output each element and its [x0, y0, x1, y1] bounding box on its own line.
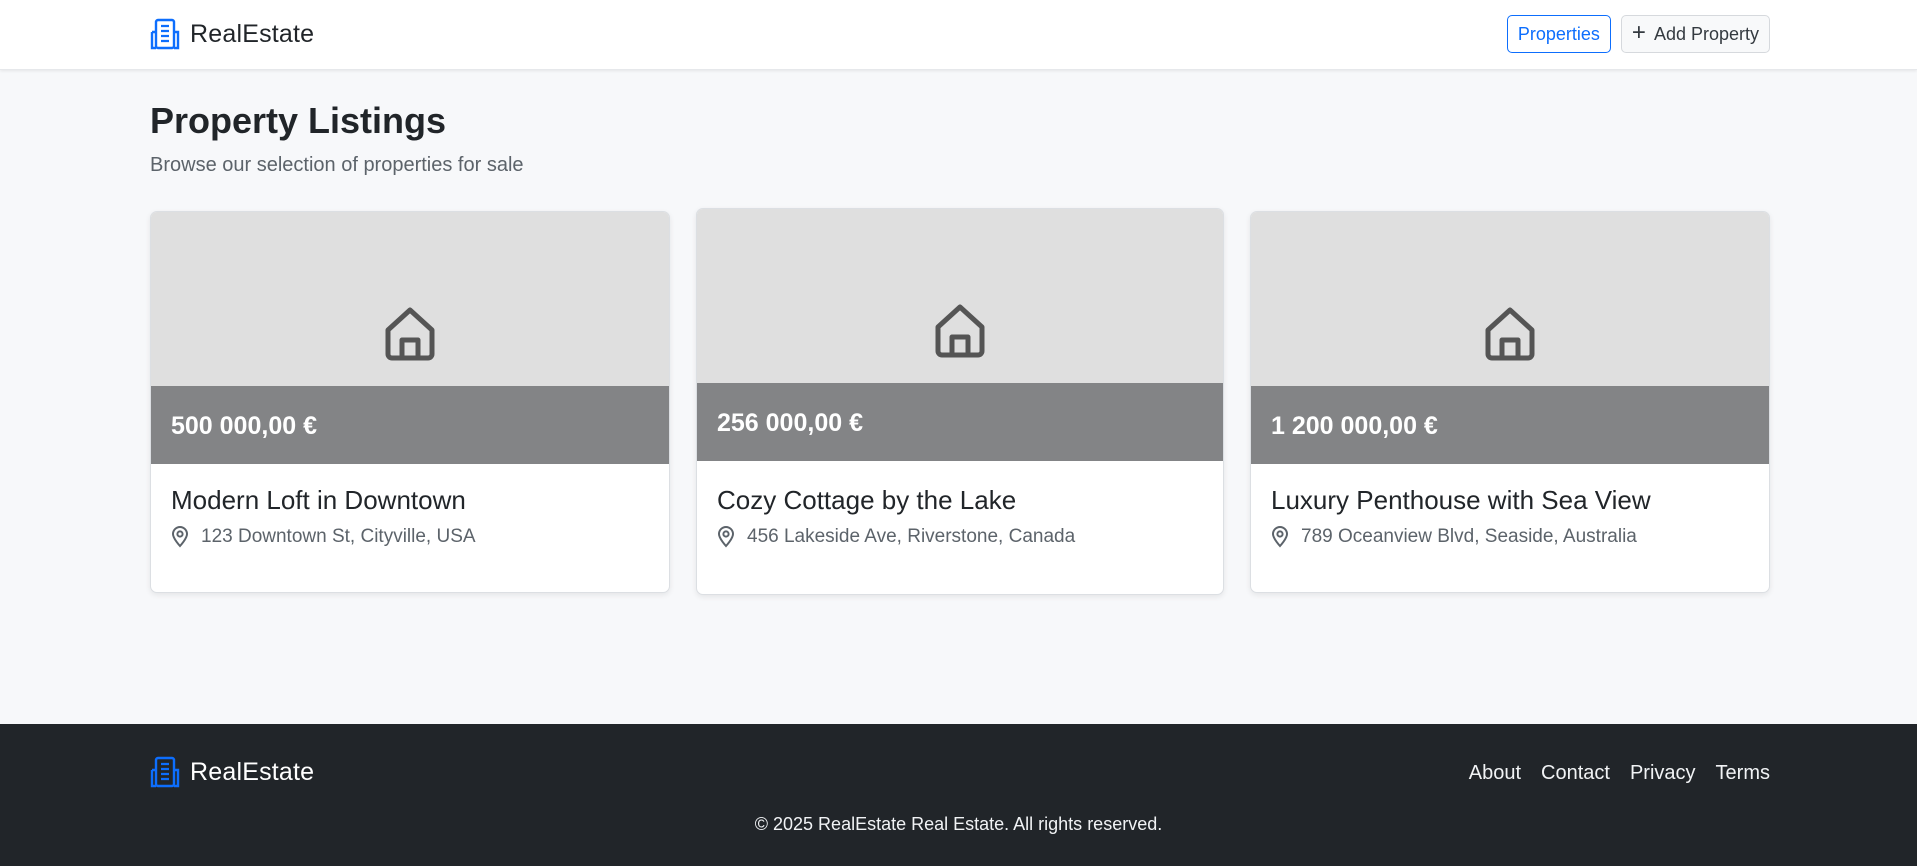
map-pin-icon [1271, 526, 1289, 548]
property-location: 123 Downtown St, Cityville, USA [171, 526, 476, 548]
copyright-text: © 2025 RealEstate Real Estate. All right… [754, 814, 1163, 834]
house-icon [385, 307, 435, 361]
footer-link-terms[interactable]: Terms [1716, 762, 1770, 785]
property-card[interactable]: 256 000,00 € Cozy Cottage by the Lake 45… [696, 208, 1224, 595]
properties-button-label: Properties [1517, 23, 1600, 44]
property-image-placeholder [697, 209, 1223, 383]
price-bar: 500 000,00 € [151, 386, 669, 464]
property-price: 1 200 000,00 € [1271, 412, 1438, 440]
property-title: Luxury Penthouse with Sea View [1271, 485, 1651, 515]
price-bar: 256 000,00 € [697, 383, 1223, 461]
page-title: Property Listings [150, 100, 447, 141]
property-location: 456 Lakeside Ave, Riverstone, Canada [717, 526, 1075, 548]
footer-brand: RealEstate [150, 756, 314, 788]
property-address: 789 Oceanview Blvd, Seaside, Australia [1301, 526, 1637, 547]
brand-name: RealEstate [190, 19, 315, 48]
map-pin-icon [171, 526, 189, 548]
property-price: 256 000,00 € [717, 409, 863, 437]
footer-brand-name: RealEstate [190, 757, 315, 786]
house-icon [935, 304, 985, 358]
property-price: 500 000,00 € [171, 412, 317, 440]
footer-links: About Contact Privacy Terms [1469, 762, 1770, 785]
footer: RealEstate About Contact Privacy Terms ©… [0, 724, 1917, 866]
property-image-placeholder [1251, 212, 1769, 386]
page-subtitle: Browse our selection of properties for s… [150, 154, 524, 176]
property-title: Modern Loft in Downtown [171, 485, 466, 515]
footer-link-contact[interactable]: Contact [1541, 762, 1610, 785]
property-address: 123 Downtown St, Cityville, USA [201, 526, 476, 547]
nav-actions: Properties + Add Property [1506, 15, 1770, 53]
property-address: 456 Lakeside Ave, Riverstone, Canada [747, 526, 1076, 547]
top-navbar: RealEstate Properties + Add Property [0, 0, 1917, 70]
brand-link[interactable]: RealEstate [150, 18, 314, 50]
footer-link-about[interactable]: About [1469, 762, 1521, 785]
price-bar: 1 200 000,00 € [1251, 386, 1769, 464]
property-card[interactable]: 500 000,00 € Modern Loft in Downtown 123… [150, 211, 670, 593]
properties-button[interactable]: Properties [1506, 15, 1611, 53]
property-title: Cozy Cottage by the Lake [717, 485, 1017, 515]
property-location: 789 Oceanview Blvd, Seaside, Australia [1271, 526, 1637, 548]
property-image-placeholder [151, 212, 669, 386]
building-icon [150, 18, 180, 50]
add-property-label: Add Property [1653, 23, 1759, 44]
map-pin-icon [717, 526, 735, 548]
plus-icon: + [1631, 19, 1646, 46]
add-property-button[interactable]: + Add Property [1620, 15, 1770, 53]
footer-link-privacy[interactable]: Privacy [1630, 762, 1696, 785]
house-icon [1485, 307, 1535, 361]
property-card[interactable]: 1 200 000,00 € Luxury Penthouse with Sea… [1250, 211, 1770, 593]
building-icon [150, 756, 180, 788]
